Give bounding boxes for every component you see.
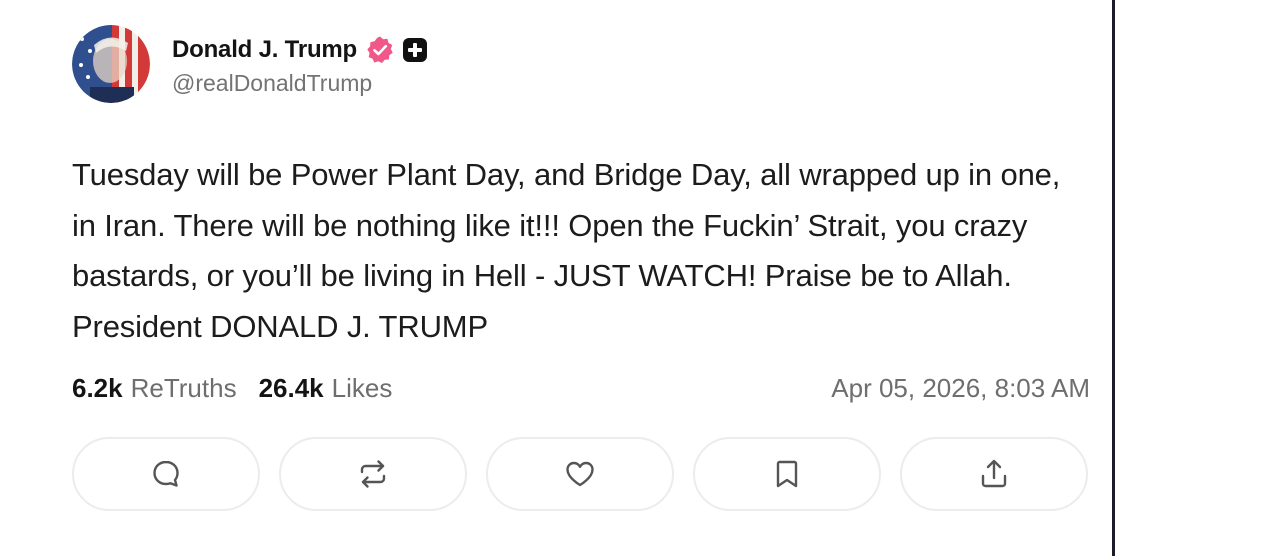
heart-icon (566, 461, 594, 487)
post-text: Tuesday will be Power Plant Day, and Bri… (72, 157, 1061, 344)
reply-button[interactable] (72, 437, 260, 511)
bookmark-icon (776, 460, 798, 488)
bookmark-button[interactable] (693, 437, 881, 511)
verified-badge-icon (367, 36, 393, 63)
likes-count: 26.4k (258, 372, 324, 403)
avatar[interactable] (72, 25, 150, 103)
author-identity: Donald J. Trump @realDonaldTrump (172, 32, 428, 97)
likes-label: Likes (331, 372, 393, 403)
retruths-label: ReTruths (130, 372, 237, 403)
post-stats: 6.2k ReTruths 26.4k Likes Apr 05, 2026, … (72, 368, 1090, 408)
post-header: Donald J. Trump @realDonaldTrump (72, 24, 1090, 104)
panel-divider (1112, 0, 1115, 556)
likes-stat[interactable]: 26.4k Likes (259, 373, 393, 404)
post-actions (72, 437, 1090, 511)
post-page: Donald J. Trump @realDonaldTrump Tuesday… (0, 0, 1280, 556)
name-row: Donald J. Trump (172, 32, 428, 68)
author-display-name[interactable]: Donald J. Trump (172, 36, 357, 64)
truth-plus-icon (403, 37, 428, 62)
like-button[interactable] (486, 437, 674, 511)
retruths-stat[interactable]: 6.2k ReTruths (72, 373, 237, 404)
post-timestamp[interactable]: Apr 05, 2026, 8:03 AM (831, 368, 1090, 408)
avatar-image (72, 25, 150, 103)
retruths-count: 6.2k (72, 372, 123, 403)
retruth-icon (360, 460, 386, 488)
retruth-button[interactable] (279, 437, 467, 511)
truth-post: Donald J. Trump @realDonaldTrump Tuesday… (72, 24, 1090, 511)
share-icon (981, 459, 1007, 488)
share-button[interactable] (900, 437, 1088, 511)
comment-icon (153, 460, 179, 487)
author-handle[interactable]: @realDonaldTrump (172, 70, 428, 97)
